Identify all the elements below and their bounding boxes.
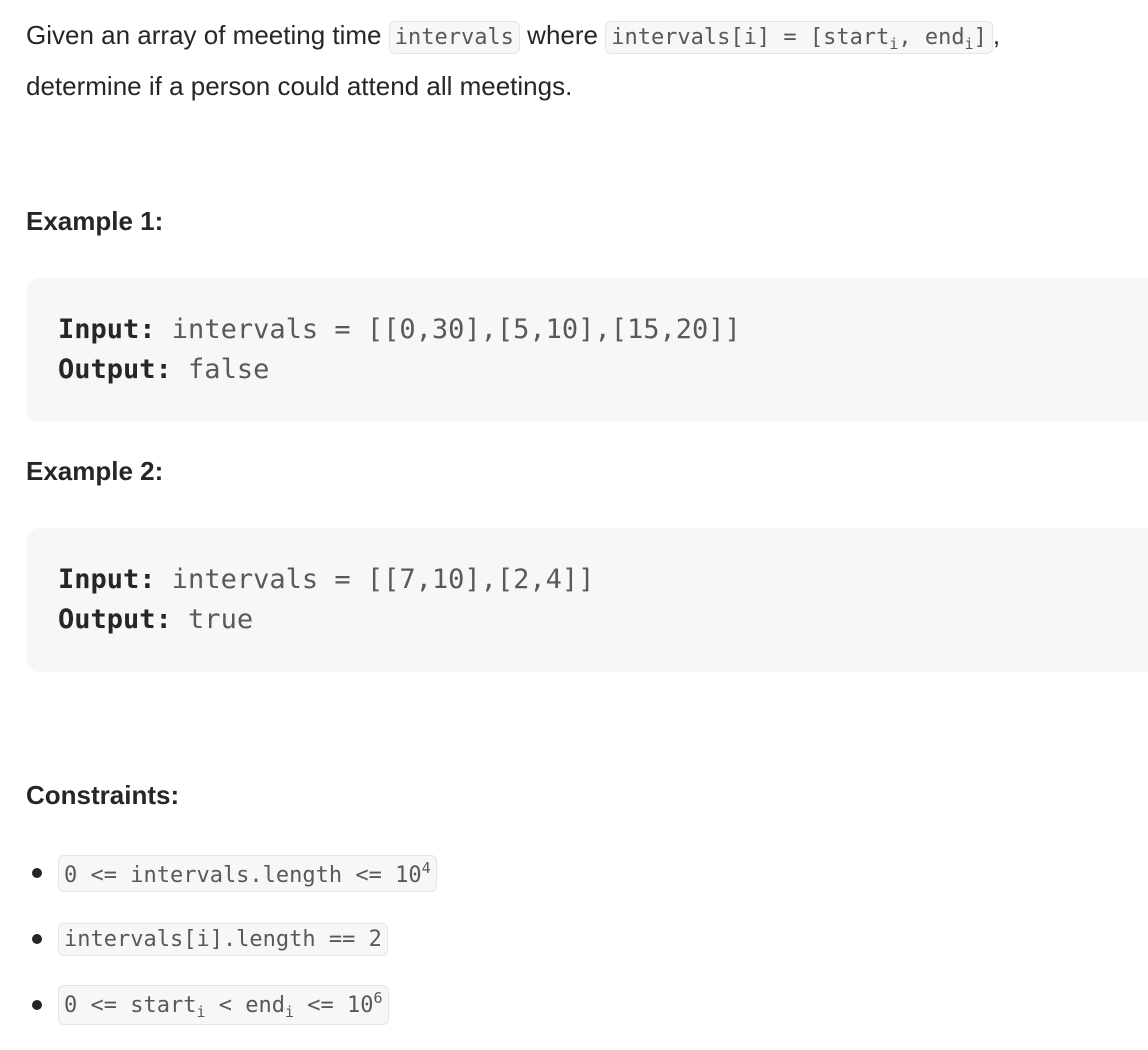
code-subscript: i [284, 1003, 294, 1021]
bullet-icon [32, 868, 42, 878]
input-value: intervals = [[0,30],[5,10],[15,20]] [155, 314, 741, 345]
constraint-item: intervals[i].length == 2 [26, 906, 437, 972]
problem-description: Given an array of meeting time intervals… [26, 14, 1148, 107]
output-value: false [171, 354, 270, 385]
code-subscript: i [964, 35, 974, 53]
constraint-code: 0 <= starti < endi <= 106 [58, 985, 389, 1025]
constraint-item: 0 <= starti < endi <= 106 [26, 972, 437, 1038]
input-label: Input: [58, 564, 156, 595]
bullet-icon [32, 934, 42, 944]
description-text: determine if a person could attend all m… [26, 71, 573, 101]
example-1-output-line: Output: false [58, 350, 1134, 390]
example-1-title: Example 1: [26, 206, 164, 236]
code-text: 0 <= intervals.length <= 10 [64, 862, 422, 888]
description-text: , [992, 20, 1001, 50]
input-value: intervals = [[7,10],[2,4]] [155, 564, 595, 595]
output-label: Output: [58, 604, 172, 635]
constraint-code: intervals[i].length == 2 [58, 922, 388, 956]
code-text: <= 10 [294, 993, 374, 1018]
example-1-code-block: Input: intervals = [[0,30],[5,10],[15,20… [26, 278, 1148, 422]
code-text: 0 <= start [64, 993, 197, 1018]
code-text: < end [205, 993, 285, 1018]
output-label: Output: [58, 354, 172, 385]
code-text: , end [898, 25, 965, 50]
example-1-input-line: Input: intervals = [[0,30],[5,10],[15,20… [58, 310, 1134, 350]
constraint-code: 0 <= intervals.length <= 104 [58, 854, 437, 892]
constraints-title: Constraints: [26, 780, 180, 810]
code-superscript: 4 [421, 858, 431, 877]
code-text: intervals[i].length == 2 [64, 926, 382, 952]
output-value: true [171, 604, 254, 635]
bullet-icon [32, 1000, 42, 1010]
code-superscript: 6 [373, 989, 383, 1007]
example-2-output-line: Output: true [58, 600, 1134, 640]
constraint-item: 0 <= intervals.length <= 104 [26, 840, 437, 906]
constraints-list: 0 <= intervals.length <= 104 intervals[i… [26, 840, 437, 1038]
inline-code-interval-definition: intervals[i] = [starti, endi] [605, 21, 993, 54]
example-2-input-line: Input: intervals = [[7,10],[2,4]] [58, 560, 1134, 600]
description-text: where [519, 20, 606, 50]
problem-content: Given an array of meeting time intervals… [26, 14, 1148, 1025]
example-2-title: Example 2: [26, 456, 164, 486]
code-text: ] [973, 25, 987, 50]
code-text: intervals[i] = [start [611, 25, 890, 50]
input-label: Input: [58, 314, 156, 345]
description-text: Given an array of meeting time [26, 20, 389, 50]
inline-code-intervals: intervals [388, 21, 520, 54]
example-2-code-block: Input: intervals = [[7,10],[2,4]] Output… [26, 528, 1148, 672]
